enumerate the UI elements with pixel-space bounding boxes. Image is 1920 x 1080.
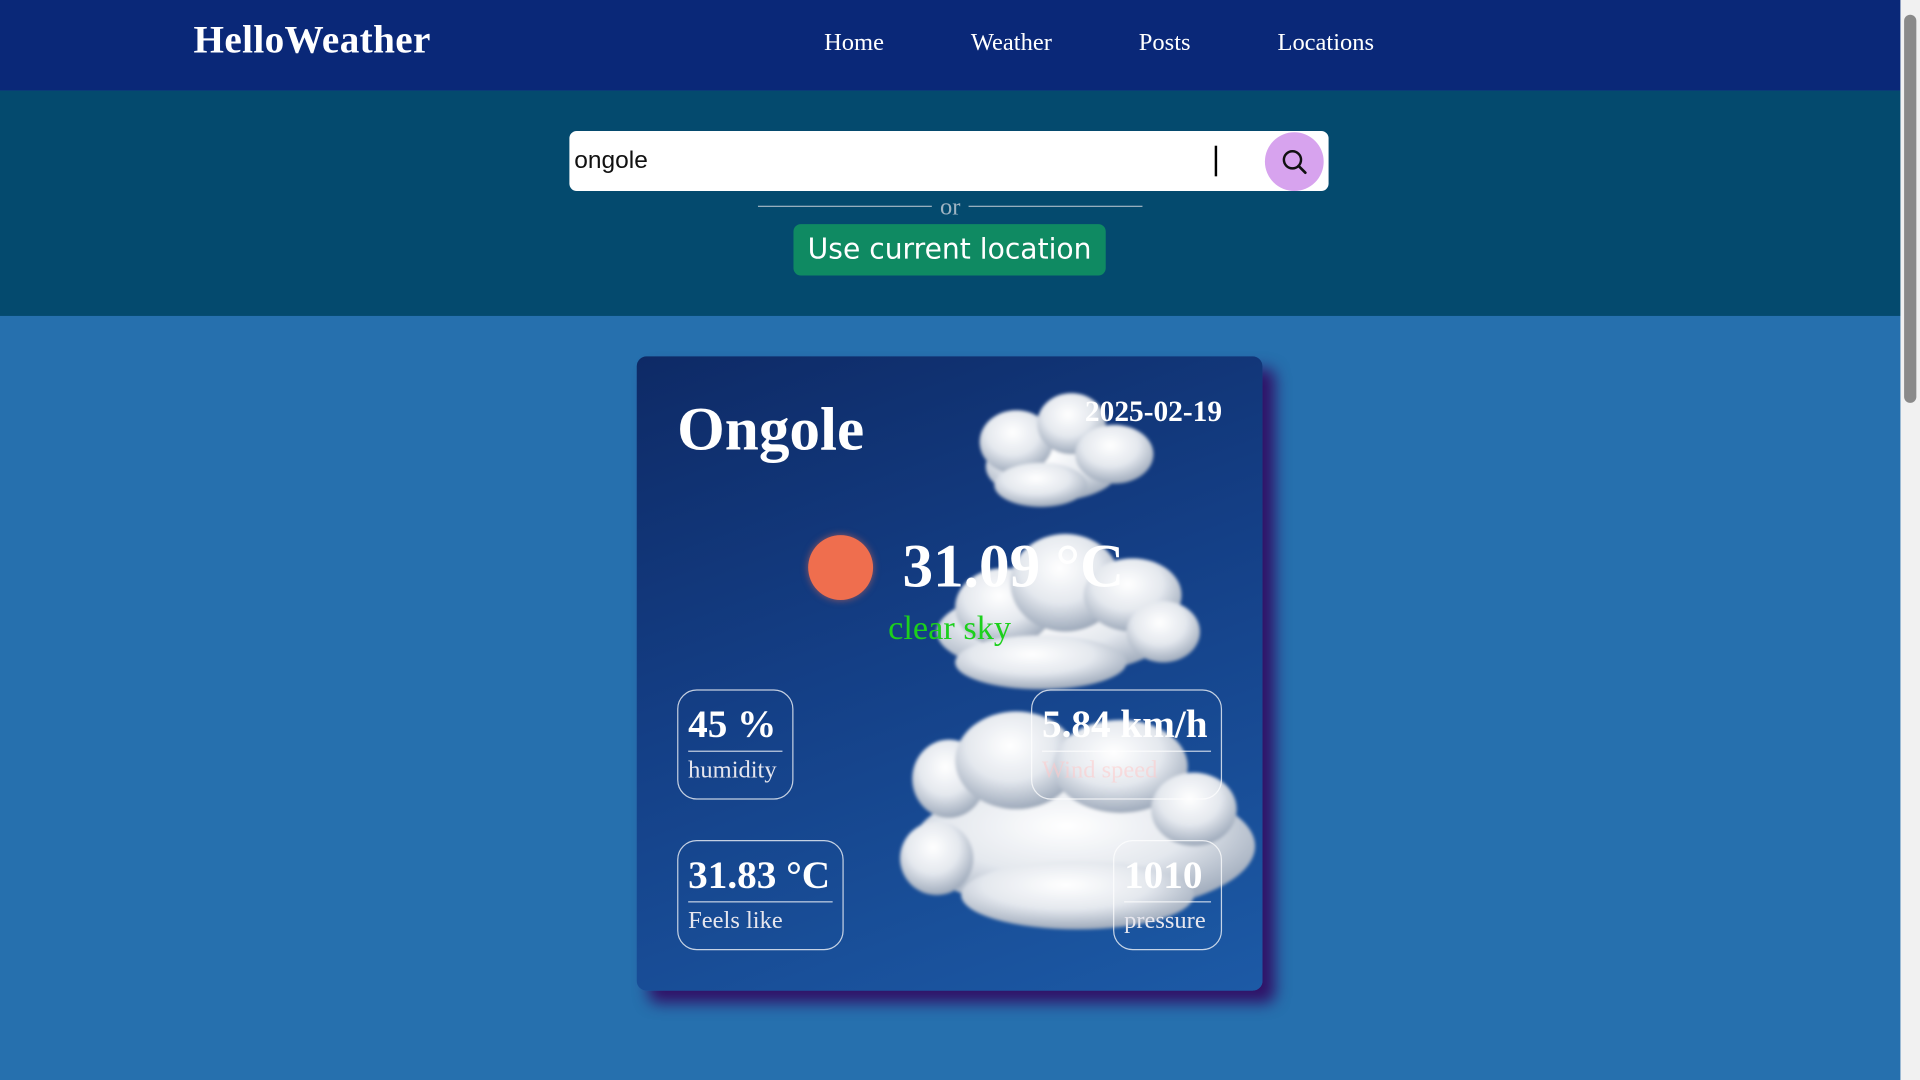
weather-card: Ongole 2025-02-19 31.09 °C clear sky 45 … xyxy=(636,356,1263,991)
or-label: or xyxy=(939,193,961,221)
search-button[interactable] xyxy=(1264,132,1324,192)
nav-link-locations[interactable]: Locations xyxy=(1249,29,1374,57)
nav-link-weather[interactable]: Weather xyxy=(943,29,1052,57)
feels-like-label: Feels like xyxy=(688,907,783,935)
pressure-stat: 1010 pressure xyxy=(1113,840,1223,951)
pressure-label: pressure xyxy=(1124,907,1206,935)
use-current-location-button[interactable]: Use current location xyxy=(793,224,1106,276)
humidity-value: 45 % xyxy=(688,701,777,746)
nav-link-posts[interactable]: Posts xyxy=(1111,29,1191,57)
search-input[interactable] xyxy=(574,143,1261,178)
humidity-label: humidity xyxy=(688,756,777,784)
stat-divider xyxy=(688,750,783,752)
wind-speed-label: Wind speed xyxy=(1042,756,1158,784)
or-divider: or xyxy=(757,193,1143,221)
stat-divider xyxy=(688,901,833,903)
stat-divider xyxy=(1124,901,1212,903)
city-name: Ongole xyxy=(677,394,865,463)
forecast-date: 2025-02-19 xyxy=(1084,396,1223,429)
scrollbar-thumb[interactable] xyxy=(1904,14,1917,403)
search-section: or Use current location xyxy=(0,90,1901,316)
wind-speed-value: 5.84 km/h xyxy=(1042,701,1208,746)
feels-like-stat: 31.83 °C Feels like xyxy=(677,840,844,951)
humidity-stat: 45 % humidity xyxy=(677,689,794,800)
sun-icon xyxy=(808,535,874,601)
temperature: 31.09 °C xyxy=(902,531,1125,601)
weather-description: clear sky xyxy=(888,609,1011,648)
navbar: HelloWeather Home Weather Posts Location… xyxy=(0,0,1901,91)
feels-like-value: 31.83 °C xyxy=(688,852,831,897)
text-caret xyxy=(1214,145,1217,177)
search-icon xyxy=(1282,150,1307,175)
brand-logo[interactable]: HelloWeather xyxy=(193,17,430,62)
wind-speed-stat: 5.84 km/h Wind speed xyxy=(1031,689,1223,800)
page-scrollbar[interactable] xyxy=(1900,0,1920,1080)
pressure-value: 1010 xyxy=(1124,852,1203,897)
stat-divider xyxy=(1042,750,1212,752)
search-box xyxy=(569,131,1329,192)
divider-line xyxy=(968,205,1143,207)
nav-link-home[interactable]: Home xyxy=(796,29,884,57)
nav-links: Home Weather Posts Locations xyxy=(796,29,1433,57)
page: HelloWeather Home Weather Posts Location… xyxy=(0,0,1920,1080)
